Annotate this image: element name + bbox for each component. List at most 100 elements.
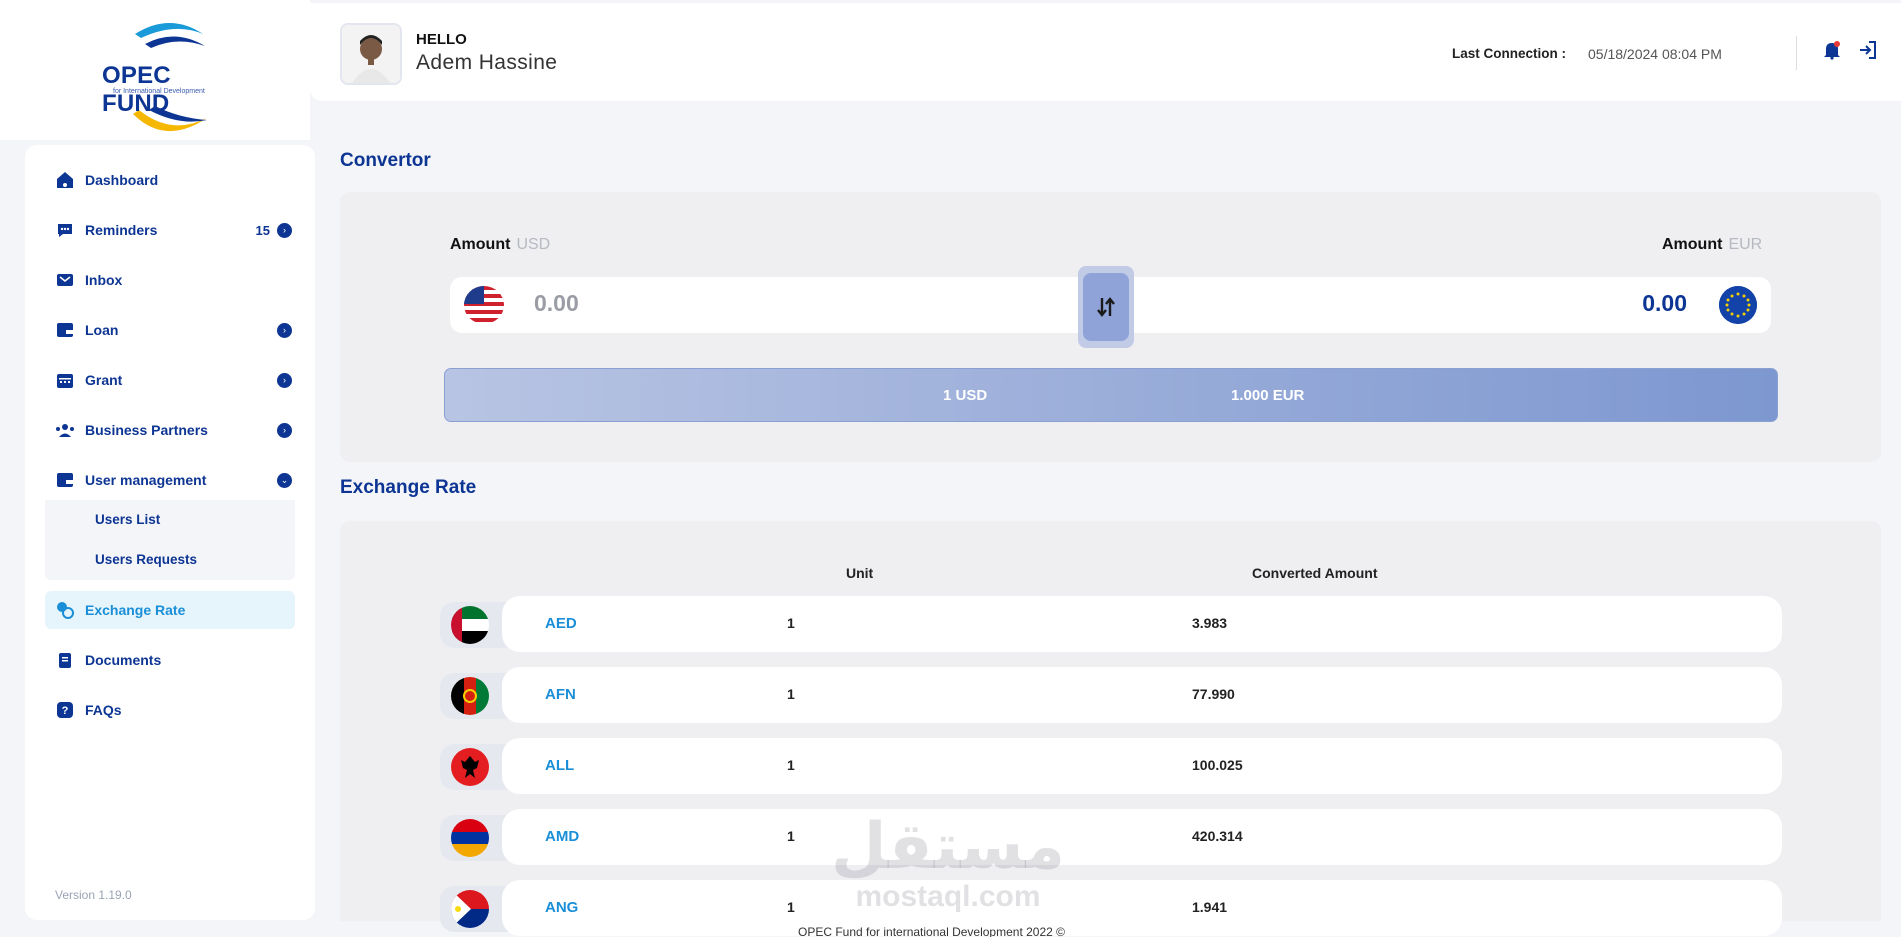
watermark-arabic: مستقل: [830, 810, 1066, 884]
submenu-item-users-list[interactable]: Users List: [95, 512, 160, 527]
converted-amount: 77.990: [1192, 686, 1235, 702]
sidebar-item-business-partners[interactable]: Business Partners ›: [45, 411, 295, 449]
last-connection-label: Last Connection :: [1452, 46, 1566, 61]
chevron-right-icon[interactable]: ›: [277, 322, 292, 338]
row-body: ANG 1 1.941: [502, 880, 1782, 936]
table-row[interactable]: ANG 1 1.941: [440, 880, 1782, 936]
wallet-icon: [55, 320, 75, 340]
to-amount-value: 0.00: [1642, 290, 1687, 316]
row-body: AED 1 3.983: [502, 596, 1782, 652]
chat-icon: [55, 220, 75, 240]
sidebar-item-exchange-rate[interactable]: Exchange Rate: [45, 591, 295, 629]
currency-unit: 1: [787, 828, 795, 844]
logo-area: OPEC FUND for International Development: [0, 0, 310, 140]
sidebar-item-user-management[interactable]: User management ⌄: [45, 461, 295, 499]
app-version: Version 1.19.0: [55, 888, 132, 902]
chevron-down-icon[interactable]: ⌄: [277, 472, 292, 488]
help-icon: ?: [55, 700, 75, 720]
reminders-count-badge: 15: [255, 222, 270, 238]
sidebar-item-label: Dashboard: [85, 172, 159, 188]
currency-unit: 1: [787, 615, 795, 631]
flag-tab: [440, 602, 510, 648]
wallet-icon: [55, 470, 75, 490]
logout-icon[interactable]: [1858, 40, 1878, 60]
currency-unit: 1: [787, 757, 795, 773]
calendar-icon: [55, 370, 75, 390]
sidebar-item-label: Inbox: [85, 272, 123, 288]
flag-tab: [440, 673, 510, 719]
sidebar-item-dashboard[interactable]: Dashboard: [45, 161, 295, 199]
afghanistan-flag-icon: [451, 677, 489, 715]
table-row[interactable]: AFN 1 77.990: [440, 667, 1782, 723]
row-body: AMD 1 420.314: [502, 809, 1782, 865]
to-currency-code: EUR: [1728, 236, 1763, 253]
rate-from-text: 1 USD: [943, 387, 988, 404]
sidebar-item-label: User management: [85, 472, 207, 488]
currency-code: ALL: [545, 757, 575, 774]
swap-icon: [1083, 273, 1129, 341]
eu-flag-icon[interactable]: [1719, 286, 1757, 324]
column-header-unit: Unit: [846, 565, 874, 581]
chevron-right-icon[interactable]: ›: [277, 372, 292, 388]
mail-icon: [55, 270, 75, 290]
currency-code: AFN: [545, 686, 576, 703]
sidebar: Dashboard Reminders 15 › Inbox Loan › Gr…: [25, 145, 315, 920]
last-connection-value: 05/18/2024 08:04 PM: [1588, 46, 1722, 62]
row-body: AFN 1 77.990: [502, 667, 1782, 723]
currency-unit: 1: [787, 686, 795, 702]
convertor-title: Convertor: [340, 150, 431, 171]
chevron-right-icon[interactable]: ›: [277, 222, 292, 238]
documents-icon: [55, 650, 75, 670]
converted-amount: 420.314: [1192, 828, 1243, 844]
amount-label-text: Amount: [1662, 236, 1723, 253]
exchange-rate-title: Exchange Rate: [340, 477, 477, 498]
watermark-latin: mostaql.com: [855, 880, 1041, 913]
submenu-item-users-requests[interactable]: Users Requests: [95, 552, 197, 567]
from-currency-code: USD: [516, 236, 551, 253]
greeting: HELLO: [416, 31, 467, 48]
sidebar-item-label: Exchange Rate: [85, 602, 186, 618]
column-header-converted: Converted Amount: [1252, 565, 1378, 581]
exchange-icon: [55, 600, 75, 620]
table-row[interactable]: AED 1 3.983: [440, 596, 1782, 652]
uae-flag-icon: [451, 606, 489, 644]
sidebar-item-documents[interactable]: Documents: [45, 641, 295, 679]
sidebar-item-reminders[interactable]: Reminders 15 ›: [45, 211, 295, 249]
armenia-flag-icon: [451, 819, 489, 857]
user-avatar-icon: [342, 25, 400, 83]
flag-tab: [440, 815, 510, 861]
avatar[interactable]: [340, 23, 402, 85]
sidebar-item-label: Business Partners: [85, 422, 208, 438]
converted-amount: 1.941: [1192, 899, 1228, 915]
sidebar-item-faqs[interactable]: ? FAQs: [45, 691, 295, 729]
chevron-right-icon[interactable]: ›: [277, 422, 292, 438]
brand-subtitle: for International Development: [113, 88, 205, 95]
conversion-rate-bar: 1 USD 1.000 EUR: [444, 368, 1778, 422]
top-header: HELLO Adem Hassine Last Connection : 05/…: [310, 3, 1901, 101]
opec-fund-logo[interactable]: OPEC FUND for International Development: [85, 14, 245, 138]
converted-amount: 100.025: [1192, 757, 1243, 773]
user-management-submenu: Users List Users Requests: [45, 500, 295, 580]
amount-to-label: Amount EUR: [1662, 236, 1762, 254]
from-amount-input[interactable]: 0.00: [534, 290, 579, 317]
currency-code: AED: [545, 615, 577, 632]
sidebar-item-inbox[interactable]: Inbox: [45, 261, 295, 299]
svg-text:?: ?: [62, 705, 69, 717]
us-flag-icon[interactable]: [464, 286, 504, 324]
row-body: ALL 1 100.025: [502, 738, 1782, 794]
sidebar-item-label: Reminders: [85, 222, 158, 238]
amount-from-label: Amount USD: [450, 236, 550, 254]
sint-maarten-flag-icon: [451, 890, 489, 928]
table-row[interactable]: AMD 1 420.314: [440, 809, 1782, 865]
sidebar-item-grant[interactable]: Grant ›: [45, 361, 295, 399]
currency-code: ANG: [545, 899, 579, 916]
sidebar-item-label: Loan: [85, 322, 119, 338]
sidebar-item-loan[interactable]: Loan ›: [45, 311, 295, 349]
watermark: مستقل mostaql.com: [828, 812, 1068, 932]
bell-icon[interactable]: [1823, 40, 1841, 60]
sidebar-item-label: Grant: [85, 372, 123, 388]
sidebar-item-label: Documents: [85, 652, 162, 668]
swap-currencies-button[interactable]: [1078, 266, 1134, 348]
table-row[interactable]: ALL 1 100.025: [440, 738, 1782, 794]
currency-code: AMD: [545, 828, 580, 845]
